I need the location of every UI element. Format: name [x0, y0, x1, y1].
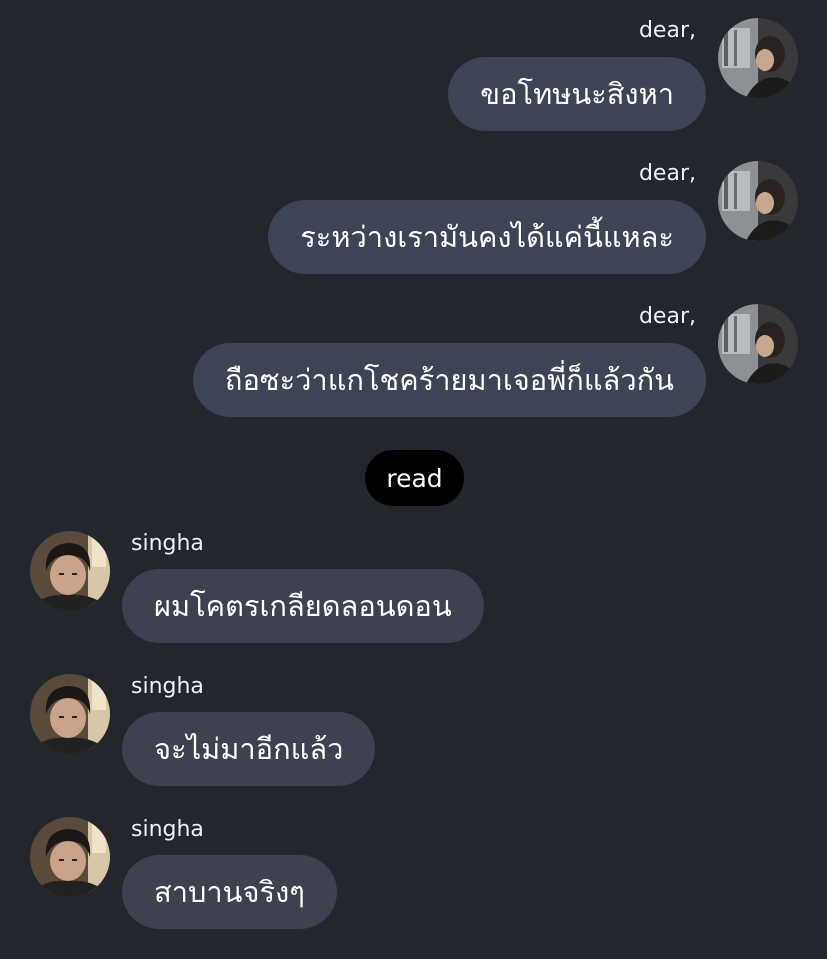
avatar-singha-image — [30, 817, 110, 897]
message-incoming: singha สาบานจริงๆ — [0, 817, 827, 932]
avatar-singha[interactable] — [30, 531, 110, 611]
chat-thread: dear, ขอโทษนะสิงหา dear, ระหว่างเรามันคง… — [0, 0, 827, 959]
avatar-dear-image — [718, 18, 798, 98]
message-outgoing: dear, ถือซะว่าแกโชคร้ายมาเจอพี่ก็แล้วกัน — [0, 304, 827, 419]
read-status-badge: read — [365, 450, 464, 506]
message-bubble[interactable]: ระหว่างเรามันคงได้แค่นี้แหละ — [268, 200, 706, 274]
read-status-text: read — [386, 463, 443, 493]
sender-name: dear, — [638, 161, 696, 186]
avatar-singha[interactable] — [30, 674, 110, 754]
message-bubble[interactable]: สาบานจริงๆ — [122, 855, 337, 929]
message-text: ระหว่างเรามันคงได้แค่นี้แหละ — [300, 220, 674, 254]
message-bubble[interactable]: ขอโทษนะสิงหา — [448, 57, 706, 131]
message-text: ถือซะว่าแกโชคร้ายมาเจอพี่ก็แล้วกัน — [224, 363, 674, 397]
sender-name: dear, — [638, 18, 696, 43]
avatar-dear[interactable] — [718, 18, 798, 98]
avatar-singha-image — [30, 531, 110, 611]
avatar-dear-image — [718, 304, 798, 384]
sender-name: singha — [131, 674, 204, 699]
sender-name: singha — [131, 817, 204, 842]
message-bubble[interactable]: ผมโคตรเกลียดลอนดอน — [122, 569, 484, 643]
sender-name: dear, — [638, 304, 696, 329]
sender-name: singha — [131, 531, 204, 556]
avatar-singha-image — [30, 674, 110, 754]
message-outgoing: dear, ระหว่างเรามันคงได้แค่นี้แหละ — [0, 161, 827, 276]
message-text: ขอโทษนะสิงหา — [480, 77, 674, 111]
message-bubble[interactable]: จะไม่มาอีกแล้ว — [122, 712, 376, 786]
avatar-dear[interactable] — [718, 304, 798, 384]
avatar-singha[interactable] — [30, 817, 110, 897]
message-incoming: singha จะไม่มาอีกแล้ว — [0, 674, 827, 789]
message-text: จะไม่มาอีกแล้ว — [154, 732, 344, 766]
message-text: ผมโคตรเกลียดลอนดอน — [154, 589, 452, 623]
avatar-dear-image — [718, 161, 798, 241]
avatar-dear[interactable] — [718, 161, 798, 241]
message-bubble[interactable]: ถือซะว่าแกโชคร้ายมาเจอพี่ก็แล้วกัน — [192, 343, 706, 417]
message-outgoing: dear, ขอโทษนะสิงหา — [0, 18, 827, 133]
message-incoming: singha ผมโคตรเกลียดลอนดอน — [0, 531, 827, 646]
message-text: สาบานจริงๆ — [154, 875, 305, 909]
